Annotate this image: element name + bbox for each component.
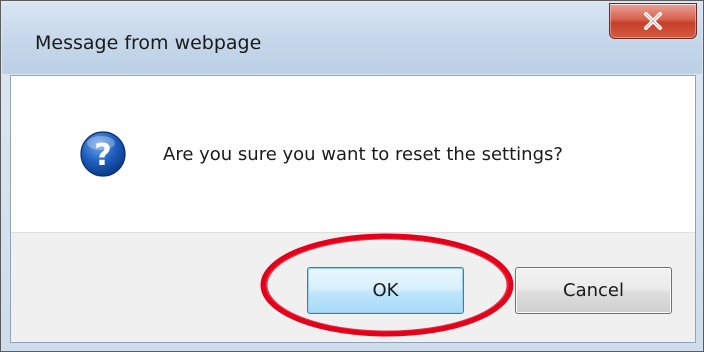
cancel-button[interactable]: Cancel — [515, 267, 672, 314]
message-dialog: Message from webpage ? Are you sure you … — [0, 0, 704, 352]
title-bar[interactable]: Message from webpage — [2, 2, 702, 74]
svg-text:?: ? — [94, 138, 111, 173]
dialog-body: ? Are you sure you want to reset the set… — [10, 75, 696, 343]
button-bar: OK Cancel — [11, 232, 695, 342]
ok-button[interactable]: OK — [307, 267, 464, 314]
close-button[interactable] — [609, 3, 697, 39]
question-icon: ? — [79, 130, 127, 178]
window-title: Message from webpage — [35, 32, 262, 54]
close-icon — [642, 11, 664, 31]
message-text: Are you sure you want to reset the setti… — [163, 144, 563, 165]
message-area: ? Are you sure you want to reset the set… — [11, 76, 695, 232]
